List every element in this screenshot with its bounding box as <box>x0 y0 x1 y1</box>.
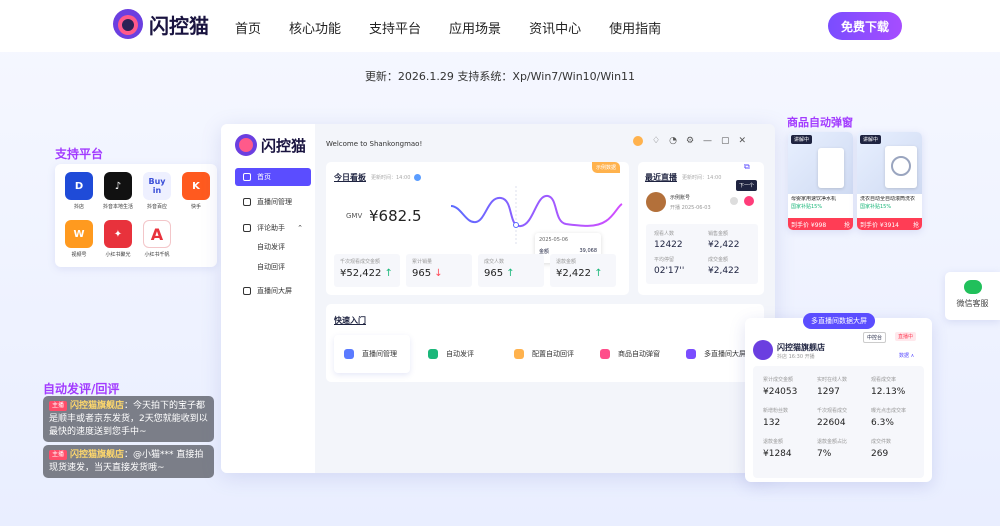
today-panel: 今日看板 更新时间：14:00 示例数据 GMV ¥682.5 2025-05-… <box>326 162 629 295</box>
cat-logo-icon <box>113 9 143 39</box>
prev-button[interactable] <box>730 197 738 205</box>
xhs-qianfan-icon: A <box>143 220 171 248</box>
stat-card: 累计销量 965 ↓ <box>406 254 472 287</box>
menu-big-screen[interactable]: 直播间大屏 <box>235 282 311 300</box>
support-card: D 抖店 ♪ 抖音本地生活 Buy in 抖音百应 K 快手 W 视频号 ✦ 小… <box>55 164 217 267</box>
chat-icon <box>428 349 438 359</box>
platform-buyin[interactable]: Buy in 抖音百应 <box>139 172 175 210</box>
maximize-icon[interactable]: ▢ <box>721 136 730 146</box>
minimize-icon[interactable]: — <box>703 136 712 146</box>
menu-home[interactable]: 首页 <box>235 168 311 186</box>
reply-icon <box>514 349 524 359</box>
shipinhao-icon: W <box>65 220 93 248</box>
data-toggle[interactable]: 数据 ∧ <box>899 352 914 359</box>
stat-card: 退款金额 ¥2,422 ↑ <box>550 254 616 287</box>
platform-kuaishou[interactable]: K 快手 <box>178 172 214 210</box>
nav-guide[interactable]: 使用指南 <box>609 18 661 37</box>
refresh-icon[interactable] <box>414 174 422 181</box>
headset-icon[interactable]: ◔ <box>669 136 677 146</box>
live-badge: 直播中 <box>895 332 917 341</box>
nav-home[interactable]: 首页 <box>235 18 261 37</box>
app-sidebar: 闪控猫 首页 直播间管理 评论助手 ⌃ 自动发评 自动回评 直播间大屏 <box>221 124 315 473</box>
today-updated: 更新时间：14:00 <box>371 175 411 181</box>
gmv-label: GMV <box>346 212 363 220</box>
menu-auto-reply[interactable]: 自动回评 <box>235 258 311 276</box>
comment-bubble: 主播 闪控猫旗舰店：今天拍下的宝子都是顺丰或者京东发货，2天您就能收到以最快的速度… <box>43 396 214 442</box>
settings-icon[interactable]: ⚙ <box>686 136 694 146</box>
doudian-icon: D <box>65 172 93 200</box>
wechat-icon <box>963 280 982 294</box>
goods-popup-title: 商品自动弹窗 <box>787 116 853 129</box>
welcome-text: Welcome to Shankongmao! <box>326 140 423 148</box>
quick-title: 快速入门 <box>334 316 366 325</box>
platform-xhs-qianfan[interactable]: A 小红书千帆 <box>139 220 175 258</box>
comment-icon <box>243 224 251 232</box>
nav-platforms[interactable]: 支持平台 <box>369 18 421 37</box>
logo-text: 闪控猫 <box>149 13 209 38</box>
kuaishou-icon: K <box>182 172 210 200</box>
shop-avatar <box>753 340 773 360</box>
buy-button[interactable]: 抢 <box>913 220 919 229</box>
live-icon <box>243 198 251 206</box>
shirt-icon[interactable]: ♢ <box>652 136 660 146</box>
platform-doudian[interactable]: D 抖店 <box>61 172 97 210</box>
app-window: 闪控猫 首页 直播间管理 评论助手 ⌃ 自动发评 自动回评 直播间大屏 Welco… <box>221 124 775 473</box>
buyin-icon: Buy in <box>143 172 171 200</box>
update-info: 更新：2026.1.29 支持系统：Xp/Win7/Win10/Win11 <box>364 70 636 83</box>
play-icon[interactable] <box>744 196 754 206</box>
menu-auto-comment[interactable]: 自动发评 <box>235 238 311 256</box>
goods-card[interactable]: 讲解中 洗衣自动全自动滚筒洗衣 国家补贴15% 到手价 ¥3914 抢 <box>857 132 922 230</box>
buy-button[interactable]: 抢 <box>844 220 850 229</box>
menu-comment-assistant[interactable]: 评论助手 ⌃ <box>235 219 311 237</box>
next-tooltip: 下一个 <box>736 180 758 191</box>
platform-douyin-local[interactable]: ♪ 抖音本地生活 <box>100 172 136 210</box>
window-controls: ♢ ◔ ⚙ — ▢ ✕ <box>633 136 746 146</box>
quick-auto-reply[interactable]: 配置自动回评 <box>504 335 582 373</box>
nav-news[interactable]: 资讯中心 <box>529 18 581 37</box>
quick-live-manage[interactable]: 直播间管理 <box>334 335 410 373</box>
copy-icon[interactable]: ⧉ <box>744 162 750 172</box>
nav-features[interactable]: 核心功能 <box>289 18 341 37</box>
platform-xhs-juguang[interactable]: ✦ 小红书聚光 <box>100 220 136 258</box>
menu-live-manage[interactable]: 直播间管理 <box>235 193 311 211</box>
comment-bubble: 主播 闪控猫旗舰店：@小猫*** 直接拍现货速发，当天直接发货哦~ <box>43 445 214 478</box>
console-badge: 中控台 <box>863 332 887 343</box>
close-icon[interactable]: ✕ <box>739 136 747 146</box>
purifier-image: 讲解中 <box>788 132 853 194</box>
quick-multi-screen[interactable]: 多直播间大屏 <box>676 335 754 373</box>
stat-card: 千次观看成交金额 ¥52,422 ↑ <box>334 254 400 287</box>
avatar[interactable] <box>633 136 643 146</box>
cat-logo-icon <box>235 134 257 156</box>
nav-scenarios[interactable]: 应用场景 <box>449 18 501 37</box>
stat-card: 成交人数 965 ↑ <box>478 254 544 287</box>
today-title[interactable]: 今日看板 <box>334 172 366 183</box>
app-logo: 闪控猫 <box>235 134 306 156</box>
main-nav: 首页 核心功能 支持平台 应用场景 资讯中心 使用指南 <box>235 18 661 37</box>
quick-auto-comment[interactable]: 自动发评 <box>418 335 496 373</box>
recent-title[interactable]: 最近直播 <box>645 172 677 183</box>
xhs-juguang-icon: ✦ <box>104 220 132 248</box>
avatar <box>646 192 666 212</box>
quick-goods-popup[interactable]: 商品自动弹窗 <box>590 335 668 373</box>
wechat-support-button[interactable]: 微信客服 <box>945 272 1000 320</box>
sample-badge: 示例数据 <box>592 162 621 173</box>
recent-live-panel: 最近直播 更新时间：14:00 ⧉ 示例账号 开播 2025-06-03 下一个… <box>638 162 764 295</box>
screen-icon <box>243 287 251 295</box>
gmv-value: ¥682.5 <box>369 207 422 225</box>
users-icon <box>344 349 354 359</box>
site-logo[interactable]: 闪控猫 <box>113 9 209 39</box>
download-button[interactable]: 免费下载 <box>828 12 902 40</box>
support-title: 支持平台 <box>55 147 104 161</box>
multi-live-dashboard: 闪控猫旗舰店 抖店 16:30 开播 中控台 直播中 数据 ∧ 累计成交金额 ¥2… <box>745 318 932 482</box>
screen-icon <box>686 349 696 359</box>
douyin-icon: ♪ <box>104 172 132 200</box>
chevron-up-icon: ⌃ <box>297 224 303 232</box>
platform-shipinhao[interactable]: W 视频号 <box>61 220 97 258</box>
home-icon <box>243 173 251 181</box>
comments-title: 自动发评/回评 <box>43 382 120 396</box>
washer-image: 讲解中 <box>857 132 922 194</box>
goods-card[interactable]: 讲解中 母婴家用速饮净水机 国家补贴15% 到手价 ¥998 抢 <box>788 132 853 230</box>
bag-icon <box>600 349 610 359</box>
dashboard-badge: 多直播间数据大屏 <box>803 313 875 329</box>
